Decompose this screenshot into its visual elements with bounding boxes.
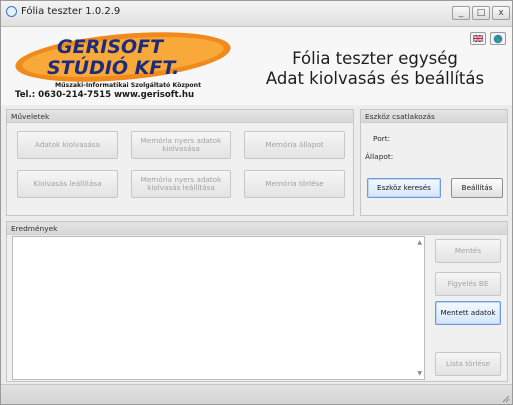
page-title: Fólia teszter egység (292, 49, 458, 68)
clear-memory-button[interactable]: Memória törlése (244, 170, 345, 198)
memory-state-button[interactable]: Memória állapot (244, 131, 345, 159)
status-bar (1, 384, 512, 404)
window-title: Fólia teszter 1.0.2.9 (21, 6, 121, 17)
minimize-button[interactable]: _ (452, 6, 470, 20)
device-connection-group: Eszköz csatlakozás Port: Állapot: Eszköz… (360, 109, 508, 216)
flag-icon[interactable] (470, 32, 486, 45)
stop-reading-button[interactable]: Kiolvasás leállítása (17, 170, 118, 198)
device-search-button[interactable]: Eszköz keresés (367, 178, 441, 198)
title-bar[interactable]: Fólia teszter 1.0.2.9 _ □ x (1, 1, 512, 27)
maximize-button[interactable]: □ (472, 6, 490, 20)
read-raw-memory-button[interactable]: Memória nyers adatok kiolvasása (131, 131, 231, 159)
device-connection-title: Eszköz csatlakozás (361, 110, 507, 123)
app-icon (6, 6, 17, 17)
clear-list-button[interactable]: Lista törlése (435, 352, 501, 376)
state-label: Állapot: (365, 152, 394, 161)
results-title: Eredmények (7, 222, 507, 235)
close-button[interactable]: x (492, 6, 510, 20)
results-list[interactable]: ▲ ▼ (12, 236, 425, 380)
watch-on-button[interactable]: Figyelés BE (435, 272, 501, 296)
read-data-button[interactable]: Adatok kiolvasása (17, 131, 118, 159)
logo-line2: STÚDIÓ KFT. (47, 55, 179, 79)
operations-group: Műveletek Adatok kiolvasása Memória nyer… (6, 109, 354, 216)
saved-data-button[interactable]: Mentett adatok (435, 301, 501, 325)
logo-contact: Tel.: 0630-214-7515 www.gerisoft.hu (15, 90, 195, 100)
port-label: Port: (373, 134, 391, 143)
settings-button[interactable]: Beállítás (451, 178, 503, 198)
scroll-down-icon[interactable]: ▼ (417, 370, 422, 377)
save-button[interactable]: Mentés (435, 239, 501, 263)
app-window: Fólia teszter 1.0.2.9 _ □ x GERISOFT STÚ… (0, 0, 513, 405)
operations-title: Műveletek (7, 110, 353, 123)
stop-raw-memory-button[interactable]: Memória nyers adatok kiolvasás leállítás… (131, 170, 231, 198)
logo-slogan: Műszaki-Informatikai Szolgáltató Központ (55, 82, 202, 89)
results-group: Eredmények ▲ ▼ Mentés Figyelés BE Mentet… (6, 221, 508, 382)
scroll-up-icon[interactable]: ▲ (417, 239, 422, 246)
logo-line1: GERISOFT (57, 36, 165, 58)
globe-icon[interactable] (490, 32, 506, 45)
resize-grip-icon[interactable] (500, 393, 510, 403)
page-subtitle: Adat kiolvasás és beállítás (265, 69, 485, 88)
header: GERISOFT STÚDIÓ KFT. Műszaki-Informatika… (1, 27, 512, 105)
